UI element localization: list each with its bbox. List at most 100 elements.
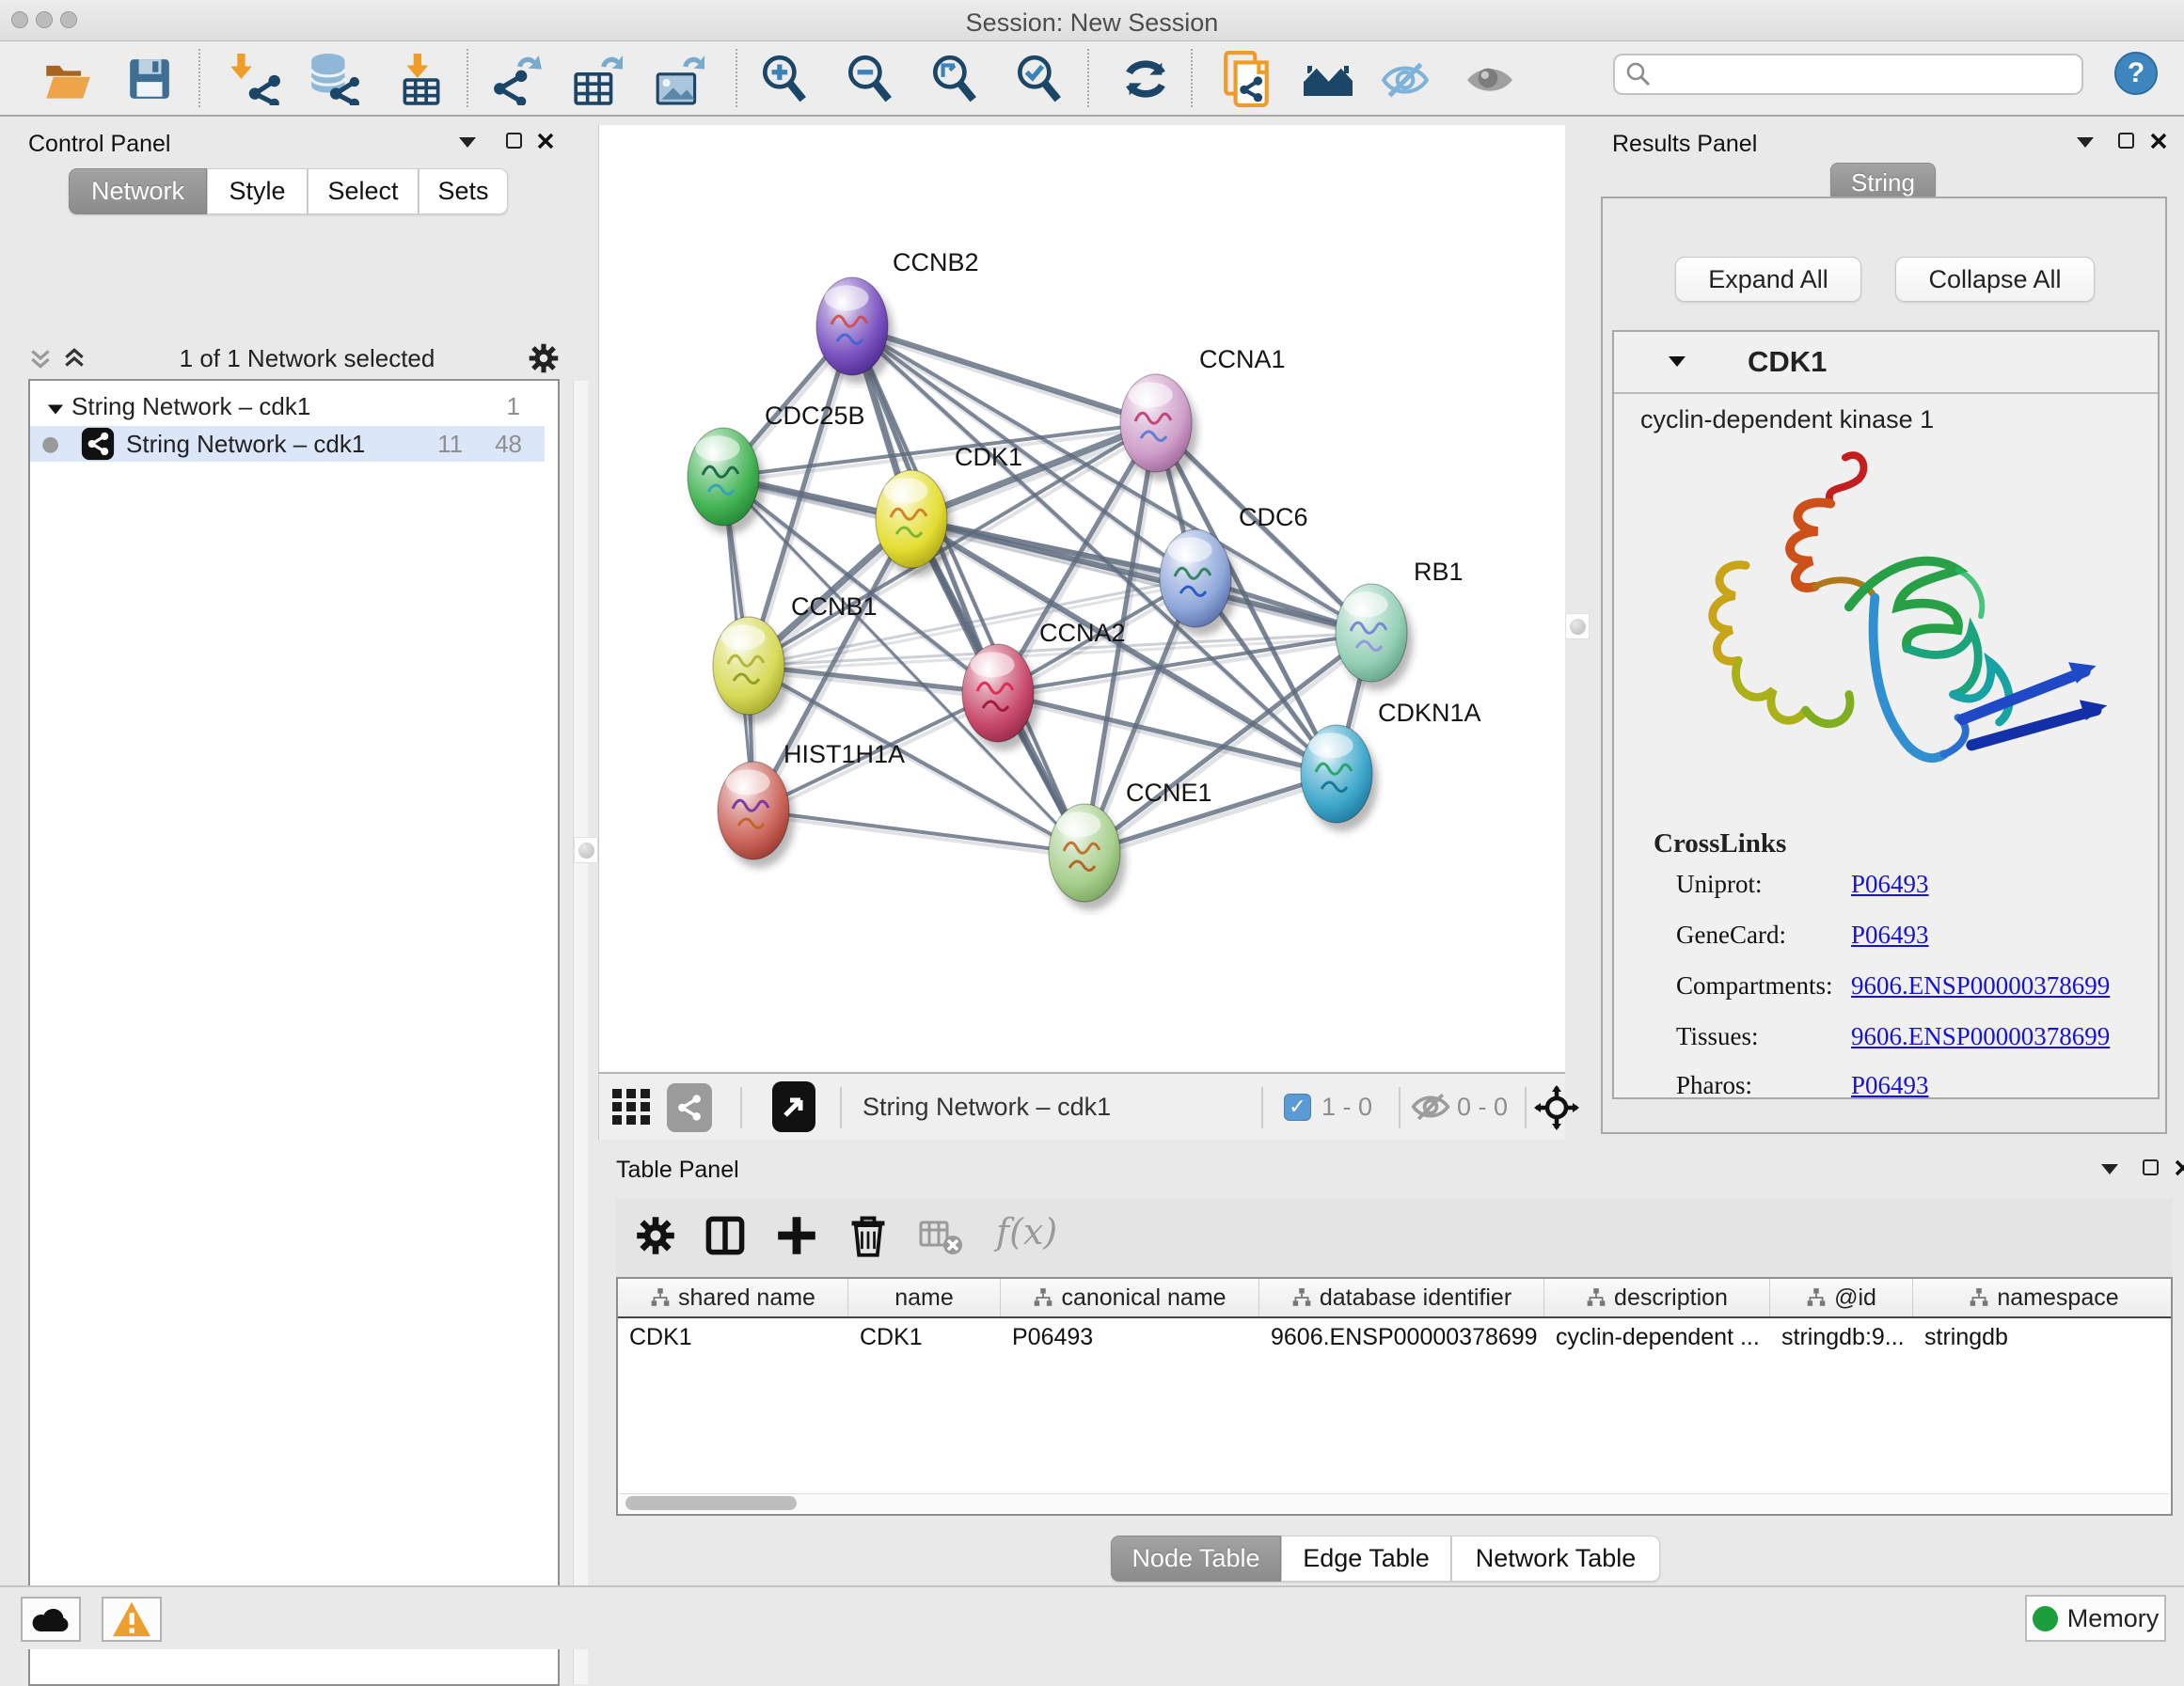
- crosslink-pharos-link[interactable]: P06493: [1851, 1071, 1929, 1100]
- left-splitter-handle[interactable]: [574, 837, 598, 863]
- network-canvas[interactable]: CCNB2CCNA1CDC25BCDK1CDC6RB1CCNB1CCNA2CDK…: [598, 125, 1565, 1072]
- node-label-CCNE1: CCNE1: [1126, 779, 1212, 807]
- tab-network[interactable]: Network: [69, 168, 207, 214]
- toolbar-separator: [740, 1087, 742, 1128]
- export-image-icon[interactable]: [653, 51, 705, 107]
- network-node-CDKN1A[interactable]: [1301, 725, 1378, 831]
- collapse-all-button[interactable]: Collapse All: [1895, 257, 2095, 302]
- home-string-icon[interactable]: [1302, 51, 1354, 107]
- network-collection-row[interactable]: String Network – cdk1 1: [30, 388, 545, 424]
- help-button[interactable]: ?: [2114, 52, 2158, 95]
- tab-style[interactable]: Style: [207, 168, 308, 214]
- column-header-shared-name[interactable]: shared name: [618, 1279, 848, 1316]
- tab-select[interactable]: Select: [308, 168, 419, 214]
- network-node-CCNB2[interactable]: [816, 277, 894, 384]
- table-horizontal-scrollbar[interactable]: [620, 1493, 2169, 1512]
- results-panel-close-icon[interactable]: [2149, 132, 2168, 150]
- expand-all-button[interactable]: Expand All: [1675, 257, 1861, 302]
- share-network-button[interactable]: [667, 1083, 712, 1132]
- network-node-CCNA2[interactable]: [962, 644, 1039, 750]
- column-header-description[interactable]: description: [1544, 1279, 1770, 1316]
- add-column-icon[interactable]: [776, 1215, 817, 1256]
- tab-sets[interactable]: Sets: [419, 168, 508, 214]
- protein-header-row[interactable]: CDK1: [1614, 332, 2158, 394]
- scrollbar-thumb[interactable]: [625, 1496, 797, 1510]
- control-panel-collapse-icon[interactable]: [459, 137, 476, 148]
- delete-table-icon[interactable]: [919, 1219, 964, 1256]
- open-in-string-button[interactable]: [772, 1081, 815, 1132]
- memory-button[interactable]: Memory: [2025, 1595, 2166, 1642]
- zoom-fit-icon[interactable]: [927, 51, 980, 107]
- search-input[interactable]: [1660, 60, 2065, 89]
- network-edge-CCNE1-HIST1H1A[interactable]: [753, 811, 1084, 853]
- search-field[interactable]: [1613, 54, 2083, 95]
- column-header-canonical-name[interactable]: canonical name: [1001, 1279, 1259, 1316]
- delete-column-trash-icon[interactable]: [847, 1213, 889, 1258]
- network-node-RB1[interactable]: [1336, 584, 1413, 690]
- crosslink-uniprot-link[interactable]: P06493: [1851, 870, 1929, 899]
- tab-network-table[interactable]: Network Table: [1451, 1536, 1660, 1582]
- import-network-icon[interactable]: [229, 51, 282, 107]
- tab-node-table[interactable]: Node Table: [1111, 1536, 1281, 1582]
- expand-all-icon[interactable]: [62, 346, 87, 370]
- import-table-icon[interactable]: [395, 51, 448, 107]
- zoom-in-icon[interactable]: [757, 51, 810, 107]
- import-network-from-database-icon[interactable]: [307, 51, 359, 107]
- network-node-HIST1H1A[interactable]: [718, 762, 795, 868]
- show-columns-icon[interactable]: [704, 1215, 746, 1256]
- selected-nodes-checkbox[interactable]: ✓: [1284, 1094, 1311, 1121]
- network-options-gear-icon[interactable]: [528, 342, 560, 374]
- network-row-selected[interactable]: ● String Network – cdk1 11 48: [30, 426, 545, 462]
- export-table-icon[interactable]: [571, 51, 624, 107]
- column-header-id[interactable]: @id: [1770, 1279, 1913, 1316]
- network-collection-count: 1: [507, 392, 520, 421]
- results-panel-collapse-icon[interactable]: [2077, 137, 2094, 148]
- control-panel-title: Control Panel: [28, 131, 170, 158]
- show-eye-icon[interactable]: [1464, 51, 1516, 107]
- network-edge-CCNB2-CCNA1[interactable]: [852, 326, 1156, 423]
- column-header-namespace[interactable]: namespace: [1913, 1279, 2175, 1316]
- column-network-icon: [1969, 1287, 1989, 1308]
- crosslink-label: Pharos:: [1676, 1071, 1752, 1100]
- crosslink-genecard-link[interactable]: P06493: [1851, 921, 1929, 950]
- toolbar-separator: [198, 49, 200, 107]
- refresh-icon[interactable]: [1119, 51, 1172, 107]
- results-panel-float-icon[interactable]: [2118, 133, 2134, 149]
- save-session-icon[interactable]: [123, 51, 176, 107]
- network-node-CCNB1[interactable]: [713, 617, 790, 723]
- network-node-CCNE1[interactable]: [1049, 804, 1126, 910]
- selected-counts: 1 - 0: [1321, 1093, 1372, 1122]
- cloud-button[interactable]: [21, 1597, 81, 1642]
- function-builder-icon[interactable]: f(x): [996, 1211, 1057, 1253]
- toolbar-separator: [467, 49, 468, 107]
- tab-edge-table[interactable]: Edge Table: [1281, 1536, 1451, 1582]
- column-header-database-identifier[interactable]: database identifier: [1259, 1279, 1544, 1316]
- control-panel-float-icon[interactable]: [506, 133, 522, 149]
- export-network-icon[interactable]: [491, 51, 544, 107]
- network-selection-status-row: 1 of 1 Network selected: [28, 339, 560, 377]
- network-list-scrollbar[interactable]: [573, 381, 588, 1684]
- fit-crosshair-icon[interactable]: [1534, 1085, 1579, 1135]
- table-panel-close-icon[interactable]: [2174, 1158, 2184, 1177]
- zoom-out-icon[interactable]: [843, 51, 895, 107]
- crosslink-tissues-link[interactable]: 9606.ENSP00000378699: [1851, 1022, 2110, 1051]
- column-header-name[interactable]: name: [848, 1279, 1001, 1316]
- table-gear-icon[interactable]: [635, 1215, 676, 1256]
- right-splitter-handle[interactable]: [1565, 613, 1590, 639]
- collapse-all-icon[interactable]: [28, 346, 53, 370]
- node-label-RB1: RB1: [1414, 558, 1464, 586]
- table-panel-collapse-icon[interactable]: [2101, 1164, 2118, 1174]
- table-panel-float-icon[interactable]: [2143, 1159, 2159, 1175]
- warning-button[interactable]: [102, 1597, 162, 1642]
- crosslink-compartments-link[interactable]: 9606.ENSP00000378699: [1851, 971, 2110, 1001]
- node-label-CCNA1: CCNA1: [1199, 345, 1286, 373]
- hidden-eye-icon[interactable]: [1410, 1087, 1451, 1131]
- hide-glass-eye-icon[interactable]: [1379, 51, 1432, 107]
- control-panel-close-icon[interactable]: [536, 132, 555, 150]
- protein-collapse-icon[interactable]: [1669, 356, 1685, 367]
- open-session-icon[interactable]: [41, 51, 94, 107]
- birdseye-grid-icon[interactable]: [610, 1085, 654, 1133]
- table-row[interactable]: CDK1 CDK1 P06493 9606.ENSP00000378699 cy…: [618, 1318, 2171, 1356]
- zoom-selected-icon[interactable]: [1012, 51, 1065, 107]
- string-document-icon[interactable]: [1221, 51, 1274, 107]
